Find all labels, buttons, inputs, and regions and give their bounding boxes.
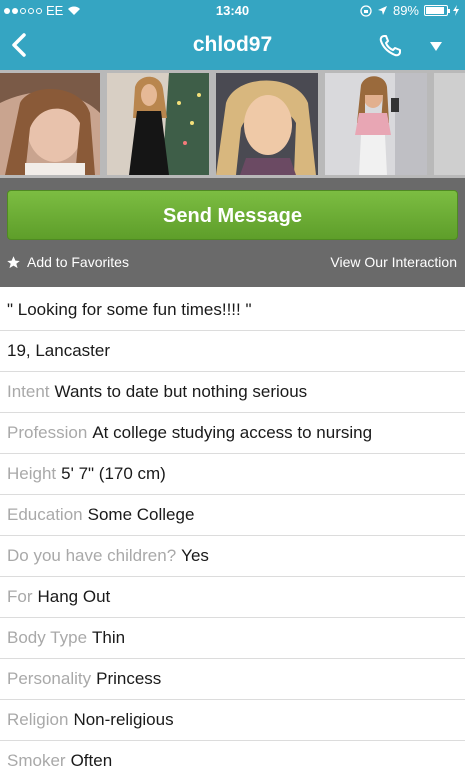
profile-field-for: For Hang Out bbox=[0, 577, 465, 618]
field-label: Body Type bbox=[7, 628, 88, 647]
profile-photo[interactable] bbox=[216, 73, 318, 175]
field-value: Often bbox=[70, 751, 113, 770]
profile-headline-row: " Looking for some fun times!!!! " bbox=[0, 290, 465, 331]
status-right: 89% bbox=[360, 3, 459, 18]
field-value: Some College bbox=[87, 505, 195, 524]
field-value: At college studying access to nursing bbox=[92, 423, 373, 442]
field-label: Religion bbox=[7, 710, 69, 729]
profile-photo[interactable] bbox=[107, 73, 209, 175]
field-label: Intent bbox=[7, 382, 50, 401]
field-value: Wants to date but nothing serious bbox=[54, 382, 308, 401]
photo-strip[interactable] bbox=[0, 70, 465, 178]
phone-icon bbox=[379, 35, 401, 57]
field-value: 5' 7" (170 cm) bbox=[61, 464, 166, 483]
age-location-row: 19, Lancaster bbox=[0, 331, 465, 372]
view-interaction-link[interactable]: View Our Interaction bbox=[330, 254, 457, 270]
field-value: Hang Out bbox=[37, 587, 111, 606]
profile-photo[interactable] bbox=[325, 73, 427, 175]
nav-bar: chlod97 bbox=[0, 22, 465, 70]
field-label: Education bbox=[7, 505, 83, 524]
profile-field-religion: Religion Non-religious bbox=[0, 700, 465, 741]
caret-down-icon bbox=[430, 42, 442, 51]
profile-photo[interactable] bbox=[434, 73, 465, 175]
rotation-lock-icon bbox=[360, 4, 372, 17]
age-location: 19, Lancaster bbox=[7, 341, 111, 360]
field-label: Personality bbox=[7, 669, 92, 688]
action-panel: Send Message Add to Favorites View Our I… bbox=[0, 178, 465, 287]
profile-field-height: Height 5' 7" (170 cm) bbox=[0, 454, 465, 495]
field-value: Thin bbox=[92, 628, 126, 647]
profile-field-personality: Personality Princess bbox=[0, 659, 465, 700]
field-label: Do you have children? bbox=[7, 546, 177, 565]
field-value: Non-religious bbox=[73, 710, 174, 729]
profile-headline: " Looking for some fun times!!!! " bbox=[7, 300, 252, 319]
field-label: Smoker bbox=[7, 751, 66, 770]
profile-field-smoker: Smoker Often bbox=[0, 741, 465, 778]
location-arrow-icon bbox=[377, 6, 387, 15]
profile-photo[interactable] bbox=[0, 73, 100, 175]
battery-percent: 89% bbox=[392, 3, 419, 18]
field-label: Height bbox=[7, 464, 57, 483]
profile-field-education: Education Some College bbox=[0, 495, 465, 536]
battery-fill bbox=[426, 7, 444, 14]
charging-bolt-icon bbox=[453, 5, 459, 16]
star-icon bbox=[7, 255, 20, 268]
send-message-button[interactable]: Send Message bbox=[7, 190, 458, 240]
profile-field-profession: Profession At college studying access to… bbox=[0, 413, 465, 454]
field-label: For bbox=[7, 587, 33, 606]
profile-details: " Looking for some fun times!!!! " 19, L… bbox=[0, 290, 465, 778]
add-to-favorites-label: Add to Favorites bbox=[27, 254, 129, 270]
battery-icon bbox=[424, 5, 450, 16]
field-label: Profession bbox=[7, 423, 88, 442]
field-value: Princess bbox=[96, 669, 162, 688]
add-to-favorites-link[interactable]: Add to Favorites bbox=[6, 254, 129, 270]
status-bar: EE 13:40 89% bbox=[0, 0, 465, 22]
profile-field-children: Do you have children? Yes bbox=[0, 536, 465, 577]
call-button[interactable] bbox=[376, 32, 404, 60]
menu-button[interactable] bbox=[424, 36, 448, 56]
profile-field-intent: Intent Wants to date but nothing serious bbox=[0, 372, 465, 413]
profile-field-body-type: Body Type Thin bbox=[0, 618, 465, 659]
field-value: Yes bbox=[181, 546, 209, 565]
